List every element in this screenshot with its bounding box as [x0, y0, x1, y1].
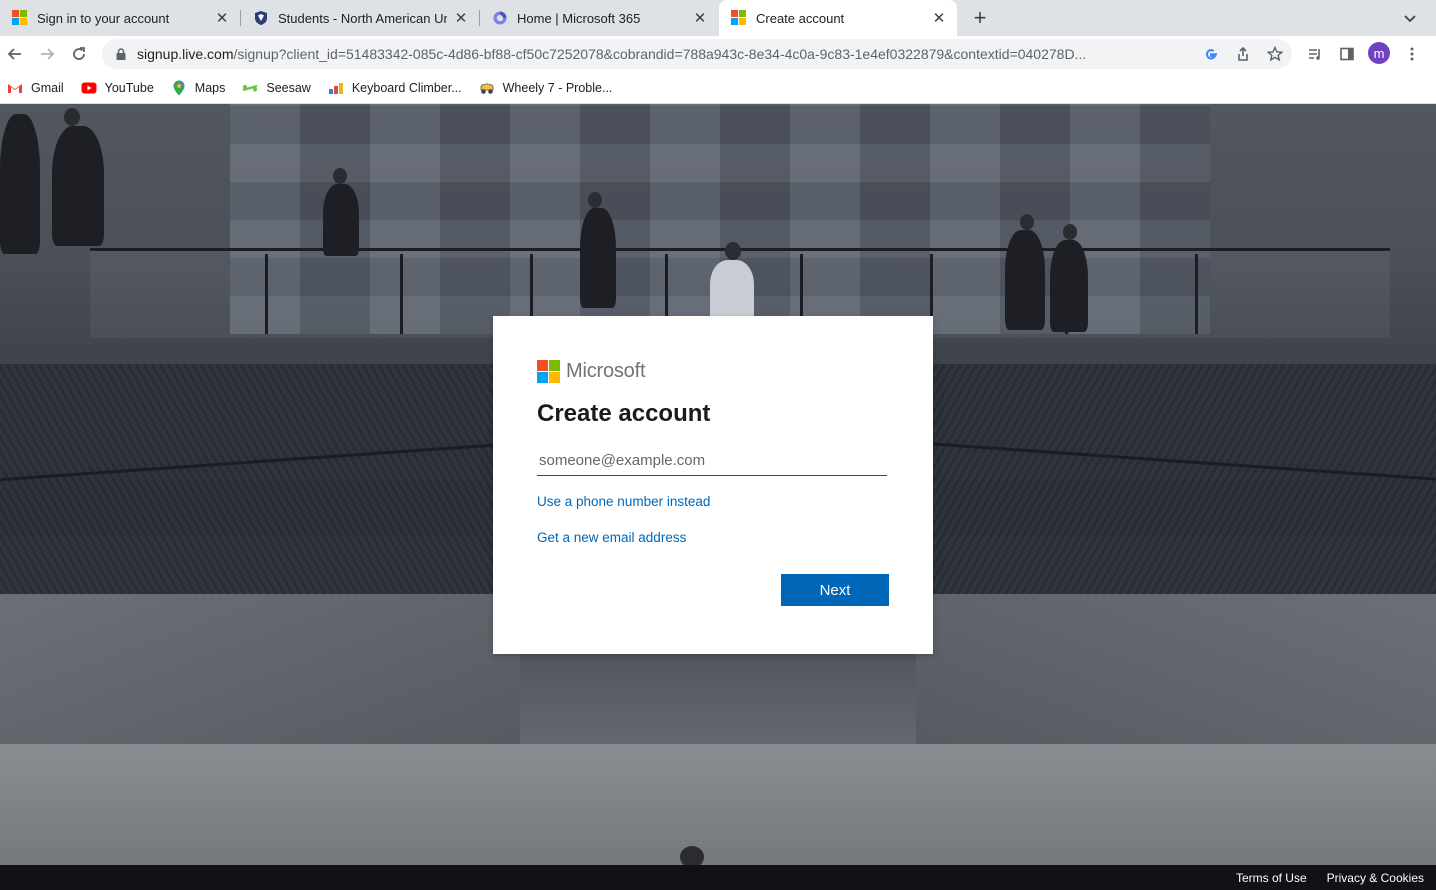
tab-title: Sign in to your account	[37, 10, 170, 26]
close-icon[interactable]: ✕	[692, 10, 708, 27]
url-path: /signup?client_id=51483342-085c-4d86-bf8…	[233, 46, 1087, 62]
signup-card: Microsoft Create account Use a phone num…	[493, 316, 933, 654]
wheely-icon	[479, 80, 495, 96]
person	[580, 208, 616, 308]
bookmark-seesaw[interactable]: Seesaw	[242, 80, 311, 96]
person	[64, 108, 80, 126]
url-host: signup.live.com	[137, 46, 234, 62]
railing-post	[1195, 254, 1198, 334]
tab-title: Home | Microsoft 365	[517, 10, 641, 26]
address-bar[interactable]: signup.live.com/signup?client_id=5148334…	[102, 39, 1292, 69]
media-queue-icon[interactable]	[1301, 40, 1329, 68]
more-menu-icon[interactable]	[1398, 40, 1426, 68]
bookmark-youtube[interactable]: YouTube	[81, 80, 154, 96]
lower-floor	[0, 744, 1436, 865]
person	[1020, 214, 1034, 230]
bookmark-label: YouTube	[104, 80, 154, 95]
railing-post	[265, 254, 268, 334]
bookmarks-bar: Gmail YouTube Maps Seesaw Keyboard Climb…	[0, 72, 1436, 104]
gmail-icon	[7, 80, 23, 96]
google-icon[interactable]	[1202, 45, 1220, 63]
person	[725, 242, 741, 260]
person	[323, 184, 359, 256]
escalator-carpet-right	[930, 364, 1436, 594]
person	[710, 260, 754, 320]
person	[1005, 230, 1045, 330]
new-tab-button[interactable]: +	[968, 5, 992, 30]
profile-avatar[interactable]: m	[1368, 42, 1390, 64]
reload-icon[interactable]	[65, 40, 93, 68]
bookmark-label: Wheely 7 - Proble...	[502, 80, 613, 95]
bookmark-label: Gmail	[31, 80, 64, 95]
bookmark-maps[interactable]: Maps	[171, 80, 226, 96]
escalator-carpet-left	[0, 364, 500, 594]
get-new-email-link[interactable]: Get a new email address	[537, 530, 686, 545]
close-icon[interactable]: ✕	[453, 10, 469, 27]
forward-arrow-icon[interactable]	[33, 40, 61, 68]
terms-of-use-link[interactable]: Terms of Use	[1236, 871, 1307, 885]
microsoft-logo-icon	[537, 360, 560, 383]
microsoft-logo-icon	[731, 10, 747, 26]
seesaw-icon	[242, 80, 258, 96]
maps-icon	[171, 80, 187, 96]
person	[333, 168, 347, 184]
close-icon[interactable]: ✕	[214, 10, 230, 27]
microsoft-logo: Microsoft	[537, 360, 646, 383]
youtube-icon	[81, 80, 97, 96]
tab-create-account[interactable]: Create account ✕	[719, 0, 957, 36]
microsoft-365-icon	[492, 10, 508, 26]
person	[1050, 240, 1088, 332]
privacy-cookies-link[interactable]: Privacy & Cookies	[1327, 871, 1424, 885]
tab-sign-in[interactable]: Sign in to your account ✕	[0, 0, 240, 36]
bookmark-wheely[interactable]: Wheely 7 - Proble...	[479, 80, 613, 96]
bookmark-label: Maps	[194, 80, 226, 95]
bookmark-keyboard-climber[interactable]: Keyboard Climber...	[328, 80, 462, 96]
tab-microsoft-365[interactable]: Home | Microsoft 365 ✕	[480, 0, 718, 36]
microsoft-logo-icon	[12, 10, 28, 26]
chevron-down-icon[interactable]	[1398, 6, 1422, 30]
shield-icon	[253, 10, 269, 26]
bookmark-star-icon[interactable]	[1266, 45, 1284, 63]
tab-strip: Sign in to your account ✕ Students - Nor…	[0, 0, 1436, 36]
tab-students[interactable]: Students - North American Uni ✕	[241, 0, 479, 36]
footer: Terms of Use Privacy & Cookies	[0, 865, 1436, 890]
close-icon[interactable]: ✕	[931, 10, 947, 27]
bookmark-label: Seesaw	[266, 80, 311, 95]
person	[1063, 224, 1077, 240]
side-panel-icon[interactable]	[1333, 40, 1361, 68]
tab-title: Create account	[756, 10, 845, 26]
person	[52, 126, 104, 246]
railing-post	[400, 254, 403, 334]
page-title: Create account	[537, 400, 711, 427]
lock-icon[interactable]	[114, 47, 128, 61]
person	[588, 192, 602, 208]
use-phone-number-link[interactable]: Use a phone number instead	[537, 494, 710, 509]
url-text: signup.live.com/signup?client_id=5148334…	[137, 46, 1187, 62]
share-icon[interactable]	[1234, 45, 1252, 63]
back-arrow-icon[interactable]	[1, 40, 29, 68]
bookmark-gmail[interactable]: Gmail	[7, 80, 64, 96]
bookmark-label: Keyboard Climber...	[351, 80, 462, 95]
person	[680, 846, 704, 865]
brand-name: Microsoft	[566, 360, 646, 382]
browser-toolbar: signup.live.com/signup?client_id=5148334…	[0, 36, 1436, 72]
tab-title: Students - North American Uni	[278, 10, 447, 26]
next-button[interactable]: Next	[781, 574, 889, 606]
keyboard-climber-icon	[328, 80, 344, 96]
person	[0, 114, 40, 254]
email-input[interactable]	[537, 446, 887, 476]
